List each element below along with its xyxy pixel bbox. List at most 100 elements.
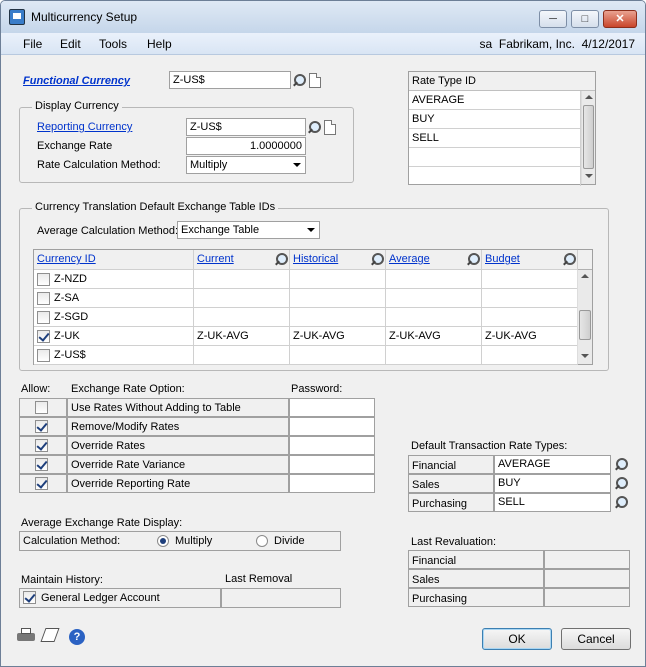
grid-scrollbar[interactable] <box>577 270 592 364</box>
menu-help[interactable]: Help <box>147 37 172 51</box>
table-cell[interactable]: Z-UK-AVG <box>482 327 578 346</box>
option-label[interactable]: Remove/Modify Rates <box>67 417 289 436</box>
lookup-icon[interactable] <box>561 252 576 267</box>
default-rate-field[interactable]: BUY <box>494 474 611 493</box>
help-icon[interactable]: ? <box>69 629 85 645</box>
table-cell[interactable]: Z-UK-AVG <box>386 327 482 346</box>
option-checkbox[interactable] <box>35 401 48 414</box>
document-attach-icon[interactable] <box>40 628 60 642</box>
scroll-thumb[interactable] <box>583 105 594 169</box>
avg-calc-method-dropdown[interactable]: Exchange Table <box>177 221 320 239</box>
lookup-icon[interactable] <box>369 252 384 267</box>
table-cell[interactable] <box>482 346 578 365</box>
divide-radio[interactable] <box>256 535 268 547</box>
cancel-button[interactable]: Cancel <box>561 628 631 650</box>
table-row-currency[interactable]: Z-US$ <box>34 346 194 365</box>
table-cell[interactable] <box>194 270 290 289</box>
rate-type-scrollbar[interactable] <box>581 91 595 184</box>
scroll-down-icon[interactable] <box>581 354 589 358</box>
table-cell[interactable] <box>386 346 482 365</box>
option-checkbox[interactable] <box>35 420 48 433</box>
multiply-radio[interactable] <box>157 535 169 547</box>
functional-currency-field[interactable]: Z-US$ <box>169 71 291 89</box>
table-cell[interactable] <box>482 289 578 308</box>
option-checkbox[interactable] <box>35 439 48 452</box>
company-name: Fabrikam, Inc. <box>498 37 575 51</box>
table-cell[interactable] <box>194 346 290 365</box>
row-checkbox[interactable] <box>37 349 50 362</box>
table-cell[interactable] <box>482 308 578 327</box>
option-password-field[interactable] <box>289 398 375 417</box>
maximize-button[interactable]: □ <box>571 10 599 28</box>
table-row-currency[interactable]: Z-SGD <box>34 308 194 327</box>
rate-calc-method-dropdown[interactable]: Multiply <box>186 156 306 174</box>
table-cell[interactable] <box>386 289 482 308</box>
option-password-field[interactable] <box>289 417 375 436</box>
scroll-thumb[interactable] <box>579 310 591 340</box>
option-checkbox[interactable] <box>35 477 48 490</box>
row-checkbox[interactable] <box>37 292 50 305</box>
minimize-button[interactable]: ─ <box>539 10 567 28</box>
functional-currency-label[interactable]: Functional Currency <box>23 75 130 87</box>
new-document-icon[interactable] <box>309 73 321 88</box>
ok-button[interactable]: OK <box>482 628 552 650</box>
menu-tools[interactable]: Tools <box>99 37 127 51</box>
table-row-currency[interactable]: Z-UK <box>34 327 194 346</box>
scroll-up-icon[interactable] <box>581 274 589 278</box>
lookup-icon[interactable] <box>273 252 288 267</box>
option-password-field[interactable] <box>289 436 375 455</box>
option-label[interactable]: Override Reporting Rate <box>67 474 289 493</box>
table-row-currency[interactable]: Z-SA <box>34 289 194 308</box>
table-cell[interactable] <box>482 270 578 289</box>
option-label[interactable]: Override Rates <box>67 436 289 455</box>
table-cell[interactable] <box>290 346 386 365</box>
row-checkbox[interactable] <box>37 311 50 324</box>
multiply-label[interactable]: Multiply <box>175 535 212 547</box>
default-rate-field[interactable]: SELL <box>494 493 611 512</box>
rate-type-row[interactable]: AVERAGE <box>409 91 581 110</box>
reporting-currency-label[interactable]: Reporting Currency <box>37 121 132 133</box>
reporting-currency-field[interactable]: Z-US$ <box>186 118 306 136</box>
lookup-icon[interactable] <box>613 476 628 491</box>
table-cell[interactable] <box>386 270 482 289</box>
rate-type-row[interactable]: BUY <box>409 110 581 129</box>
table-cell[interactable] <box>386 308 482 327</box>
menu-edit[interactable]: Edit <box>60 37 81 51</box>
rate-type-row[interactable] <box>409 148 581 167</box>
close-button[interactable]: ✕ <box>603 10 637 28</box>
table-cell[interactable] <box>194 289 290 308</box>
option-label[interactable]: Override Rate Variance <box>67 455 289 474</box>
option-password-field[interactable] <box>289 455 375 474</box>
lookup-icon[interactable] <box>613 457 628 472</box>
table-cell[interactable] <box>290 308 386 327</box>
default-rate-field[interactable]: AVERAGE <box>494 455 611 474</box>
table-cell[interactable]: Z-UK-AVG <box>194 327 290 346</box>
scroll-down-icon[interactable] <box>585 174 593 178</box>
new-document-icon[interactable] <box>324 120 336 135</box>
lookup-icon[interactable] <box>306 120 321 135</box>
row-checkbox[interactable] <box>37 273 50 286</box>
menu-file[interactable]: File <box>23 37 42 51</box>
printer-icon[interactable] <box>17 628 39 642</box>
lookup-icon[interactable] <box>465 252 480 267</box>
option-password-field[interactable] <box>289 474 375 493</box>
table-cell[interactable] <box>290 289 386 308</box>
revaluation-label: Financial <box>408 550 544 569</box>
table-cell[interactable] <box>290 270 386 289</box>
divide-label[interactable]: Divide <box>274 535 305 547</box>
gl-account-checkbox[interactable] <box>23 591 36 604</box>
scroll-up-icon[interactable] <box>585 95 593 99</box>
row-checkbox[interactable] <box>37 330 50 343</box>
col-currency-id[interactable]: Currency ID <box>34 250 194 270</box>
lookup-icon[interactable] <box>291 73 306 88</box>
table-cell[interactable]: Z-UK-AVG <box>290 327 386 346</box>
rate-type-row[interactable] <box>409 167 581 186</box>
table-row-currency[interactable]: Z-NZD <box>34 270 194 289</box>
exchange-rate-field[interactable]: 1.0000000 <box>186 137 306 155</box>
title-bar[interactable]: Multicurrency Setup ─ □ ✕ <box>1 1 645 33</box>
option-checkbox[interactable] <box>35 458 48 471</box>
table-cell[interactable] <box>194 308 290 327</box>
option-label[interactable]: Use Rates Without Adding to Table <box>67 398 289 417</box>
lookup-icon[interactable] <box>613 495 628 510</box>
rate-type-row[interactable]: SELL <box>409 129 581 148</box>
